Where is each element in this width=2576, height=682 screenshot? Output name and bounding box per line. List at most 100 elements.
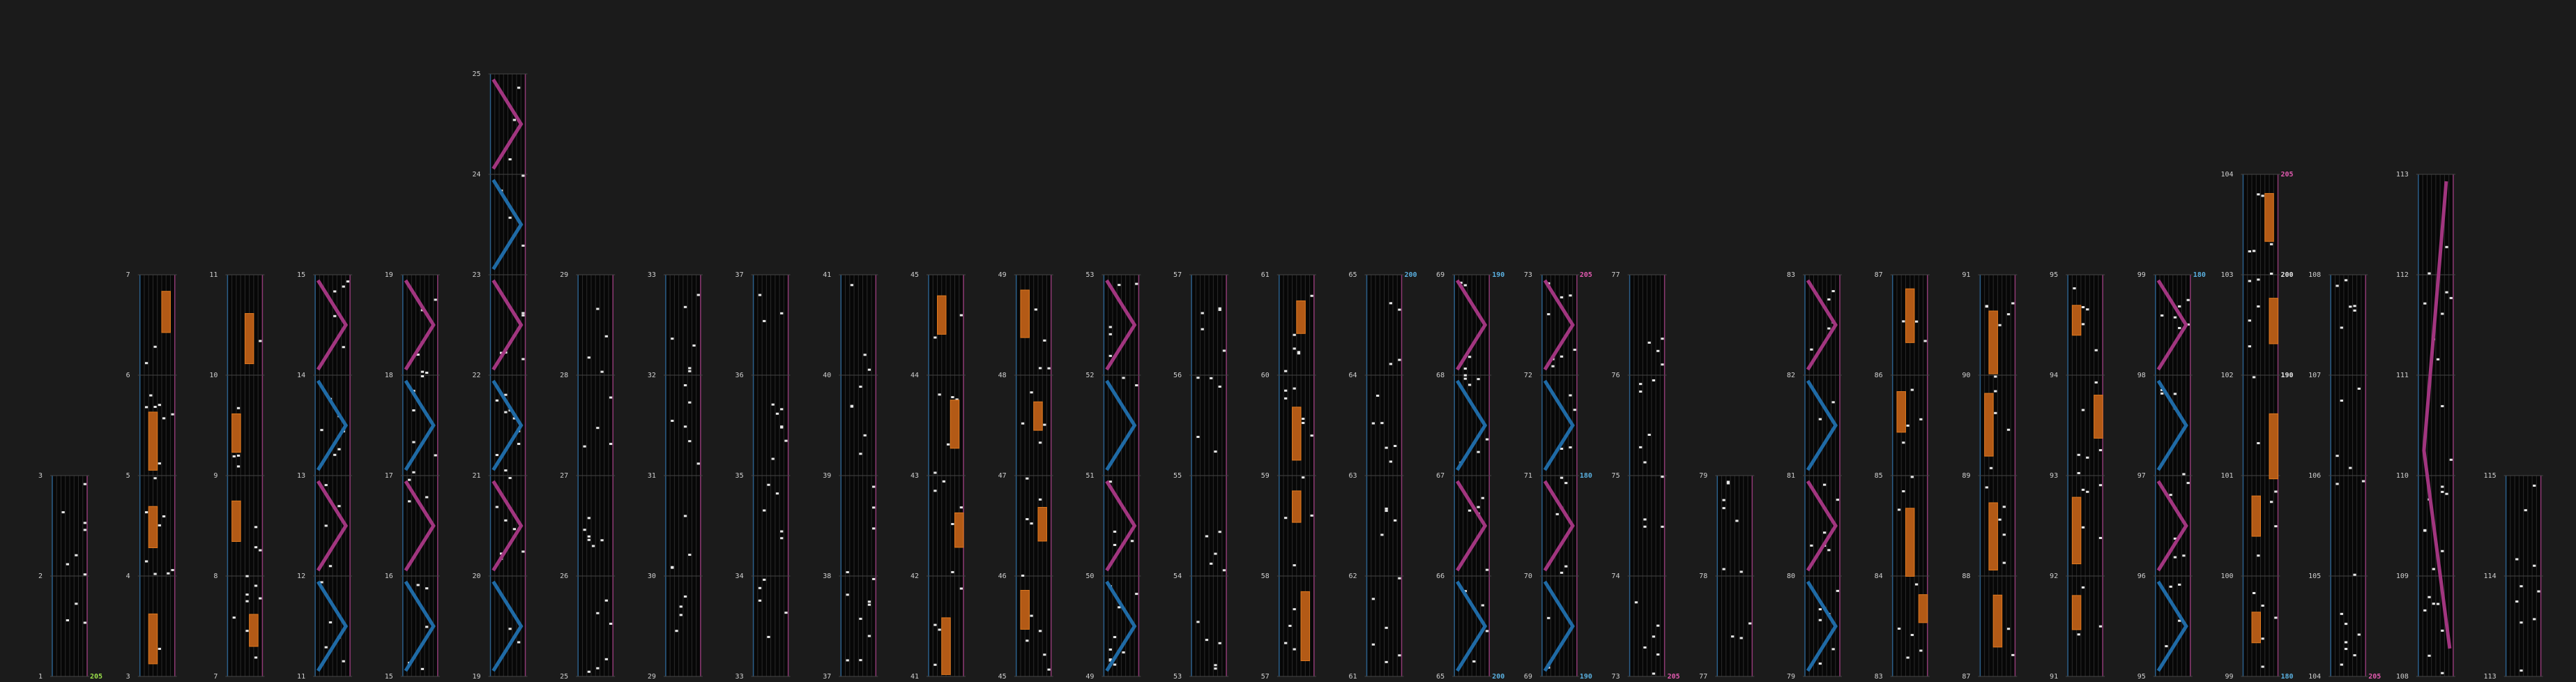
note [2006,628,2011,630]
note [1810,544,1813,547]
note [1827,549,1831,552]
note [2098,484,2103,487]
note [2169,585,2172,588]
measure-number: 25 [472,70,480,78]
note [1823,531,1827,534]
note [2094,381,2098,384]
measure-number: 94 [2050,372,2058,379]
bpm-label: 205 [1580,271,1592,279]
note [1398,654,1401,657]
note [784,612,788,614]
measure-number: 15 [385,673,393,681]
measure-number: 51 [1085,472,1094,480]
note [1998,518,2002,521]
measure-number: 99 [2137,271,2146,279]
note [324,524,328,527]
measure-number: 11 [297,673,305,681]
note [938,393,941,396]
note [2344,648,2348,651]
note [1643,518,1647,521]
note [683,595,687,598]
note [1385,446,1388,449]
note [609,622,613,625]
note [609,443,613,446]
note [2423,529,2427,532]
note [2445,492,2448,495]
note [1910,634,1914,637]
note [1485,630,1489,632]
note [1030,522,1033,525]
note [1030,614,1033,617]
note [2270,272,2273,275]
measure-number: 93 [2050,472,2058,480]
note [1656,624,1660,627]
note [1196,621,1200,623]
note [144,560,148,563]
note [767,635,770,638]
measure-number: 79 [1787,673,1795,681]
note [1201,312,1204,315]
note [1371,598,1375,600]
note [1043,423,1046,426]
note [675,630,678,632]
bpm-label: 190 [1492,271,1504,279]
measure-number: 17 [385,472,393,480]
note [2257,305,2260,308]
note [1113,636,1117,639]
measure-number: 11 [209,271,218,279]
note [2432,568,2435,570]
note [2002,533,2006,536]
note [2441,629,2444,632]
note [495,506,498,508]
note [2257,442,2260,445]
note [2182,554,2186,557]
bpm-label: 180 [1580,472,1592,480]
hold-note [1292,490,1302,523]
note [425,496,429,499]
hold-note [1033,401,1043,431]
note [259,597,262,600]
note [763,319,766,322]
note [758,599,762,602]
note [254,656,258,659]
note [1293,387,1296,390]
note [1485,438,1489,441]
note [495,399,498,402]
note [1380,533,1384,536]
note [412,471,416,473]
note [508,158,512,160]
note [1919,649,1923,652]
measure-number: 28 [560,372,568,379]
note [2011,653,2015,656]
note [1034,308,1037,311]
hold-note [1020,590,1030,630]
note [609,396,613,399]
note [683,515,687,517]
measure-number: 113 [2396,171,2409,179]
note [1218,385,1221,388]
note [512,528,516,531]
note [763,578,766,581]
note [2081,488,2085,491]
measure-number: 109 [2396,573,2409,580]
note [245,600,249,603]
measure-number: 37 [736,271,744,279]
note [420,370,425,373]
note [1731,635,1735,638]
note [2173,316,2177,319]
note [688,401,692,404]
measure-number: 74 [1612,573,1620,580]
note [328,621,333,623]
note [144,406,148,409]
note [771,403,775,406]
note [959,506,963,509]
note [1043,653,1046,656]
note [2449,296,2453,299]
measure-number: 98 [2137,372,2146,379]
note [1661,525,1664,528]
note [83,522,86,524]
note [1989,467,1993,469]
measure-number: 34 [736,573,744,580]
note [2165,645,2168,648]
note [342,346,345,349]
